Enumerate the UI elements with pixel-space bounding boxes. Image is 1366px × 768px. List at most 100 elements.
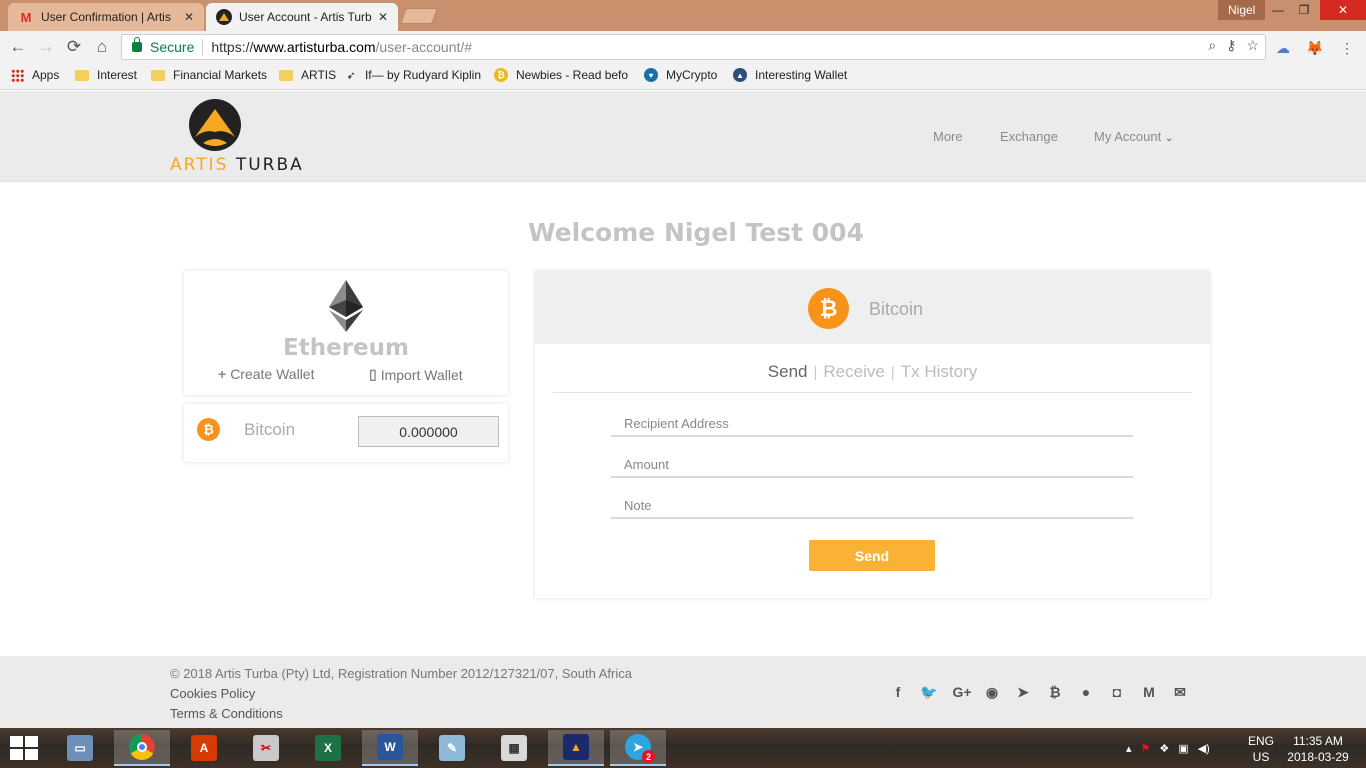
bookmark-if-kipling[interactable]: ➶ If— by Rudyard Kiplin (345, 68, 481, 82)
facebook-icon[interactable]: f (889, 683, 907, 701)
bookmark-artis[interactable]: ARTIS (279, 68, 336, 82)
dropbox-icon[interactable]: ❖ (1159, 742, 1169, 755)
taskbar-acrobat[interactable]: A (176, 730, 232, 766)
bookmark-interest[interactable]: Interest (75, 68, 137, 82)
instagram-icon[interactable]: ◘ (1108, 683, 1126, 701)
restore-button[interactable]: ❐ (1290, 0, 1318, 20)
ethereum-title: Ethereum (283, 335, 409, 361)
telegram-icon[interactable]: ➤ (1014, 683, 1032, 701)
key-icon[interactable]: ⚷ (1226, 37, 1236, 54)
metamask-fox-icon[interactable]: 🦊 (1306, 39, 1324, 57)
taskbar-notepad[interactable]: ✎ (424, 730, 480, 766)
copyright-text: © 2018 Artis Turba (Pty) Ltd, Registrati… (170, 666, 632, 681)
star-icon[interactable]: ☆ (1246, 37, 1259, 54)
taskbar-word[interactable]: W (362, 730, 418, 766)
medium-icon[interactable]: M (1140, 683, 1158, 701)
new-tab-button[interactable] (400, 8, 438, 24)
import-wallet-button[interactable]: ▯ Import Wallet (369, 366, 463, 383)
lock-icon (132, 37, 142, 52)
bitcoin-icon[interactable]: ₿ (1046, 683, 1064, 701)
tab-user-confirmation[interactable]: M User Confirmation | Artis ✕ (8, 3, 204, 31)
panel-header: ₿ Bitcoin (535, 271, 1210, 344)
tab-divider: | (890, 364, 895, 381)
artis-turba-logo-icon[interactable] (189, 99, 241, 151)
google-plus-icon[interactable]: G+ (950, 683, 974, 701)
reddit-icon[interactable]: ● (1077, 683, 1095, 701)
taskbar-calculator[interactable]: ▦ (486, 730, 542, 766)
mycrypto-icon: ♥ (644, 68, 658, 82)
amount-input[interactable]: Amount (611, 452, 1133, 478)
bookmark-label: MyCrypto (666, 68, 718, 82)
bitcoin-panel: ₿ Bitcoin Send | Receive | Tx History Recipi… (535, 271, 1210, 598)
taskbar-excel[interactable]: X (300, 730, 356, 766)
send-button[interactable]: Send (809, 540, 935, 571)
address-bar[interactable]: Secure https://www.artisturba.com/user-a… (121, 34, 1266, 60)
bookmark-mycrypto[interactable]: ♥ MyCrypto (644, 68, 717, 82)
logo-word-turba: TURBA (235, 155, 304, 175)
browser-toolbar: ← → ⟳ ⌂ Secure https://www.artisturba.co… (0, 31, 1366, 63)
back-arrow-icon[interactable]: ← (7, 36, 29, 58)
network-icon[interactable]: ▣ (1178, 742, 1188, 755)
profile-button[interactable]: Nigel (1218, 0, 1266, 20)
reload-icon[interactable]: ⟳ (63, 36, 85, 58)
note-input[interactable]: Note (611, 493, 1133, 519)
twitter-icon[interactable]: 🐦 (920, 683, 938, 701)
taskbar-artis-turba[interactable]: ▲ (548, 730, 604, 766)
clock-date: 2018-03-29 (1287, 750, 1349, 764)
folder-icon (75, 68, 89, 82)
url-scheme: https:// (211, 39, 254, 55)
home-icon[interactable]: ⌂ (91, 36, 113, 58)
language-indicator[interactable]: ENG US (1246, 733, 1276, 765)
create-wallet-label: Create Wallet (230, 366, 315, 382)
panel-coin-name: Bitcoin (869, 299, 924, 319)
tab-title: User Account - Artis Turb (239, 10, 372, 24)
url-text: https://www.artisturba.com/user-account/… (211, 39, 472, 55)
close-window-button[interactable]: ✕ (1320, 0, 1366, 20)
email-icon[interactable]: ✉ (1171, 683, 1189, 701)
windows-taskbar: ▭ A ✂ X W ✎ ▦ ▲ ➤ 2 ▴ ⚑ ❖ ▣ ◀) ENG US 11:… (0, 728, 1366, 768)
flag-icon[interactable]: ⚑ (1141, 742, 1151, 755)
create-wallet-button[interactable]: + Create Wallet (218, 366, 314, 382)
tab-send[interactable]: Send (768, 362, 808, 381)
bookmark-label: Interest (97, 68, 138, 82)
nav-my-account[interactable]: My Account ⌄ (1094, 129, 1173, 144)
recipient-address-input[interactable]: Recipient Address (611, 411, 1133, 437)
bitcoin-wallet-row[interactable]: ₿ Bitcoin 0.000000 (184, 404, 508, 462)
bookmark-interesting-wallet[interactable]: ▲ Interesting Wallet (733, 68, 847, 82)
minimize-button[interactable]: — (1264, 0, 1292, 20)
cookies-policy-link[interactable]: Cookies Policy (170, 686, 255, 701)
tab-user-account[interactable]: User Account - Artis Turb ✕ (206, 3, 398, 31)
plus-icon: + (218, 366, 227, 382)
ethereum-icon (329, 280, 363, 332)
browser-tab-bar: M User Confirmation | Artis ✕ User Accou… (0, 0, 1366, 31)
bookmark-label: If— by Rudyard Kiplin (364, 68, 481, 82)
volume-icon[interactable]: ◀) (1198, 742, 1210, 755)
terms-link[interactable]: Terms & Conditions (170, 706, 283, 721)
forward-arrow-icon[interactable]: → (35, 36, 57, 58)
github-icon[interactable]: ◉ (983, 683, 1001, 701)
zoom-icon[interactable]: ⌕ (1208, 37, 1216, 54)
menu-dots-icon[interactable]: ⋮ (1338, 39, 1356, 57)
close-tab-icon[interactable]: ✕ (184, 10, 194, 24)
file-icon: ▯ (369, 366, 377, 382)
nav-more[interactable]: More (933, 129, 963, 144)
bookmark-newbies[interactable]: ₿ Newbies - Read befo (494, 68, 630, 82)
taskbar-snipping-tool[interactable]: ✂ (238, 730, 294, 766)
nav-exchange[interactable]: Exchange (1000, 129, 1058, 144)
tab-tx-history[interactable]: Tx History (901, 362, 978, 381)
tray-expand-icon[interactable]: ▴ (1126, 742, 1132, 755)
folder-icon (279, 68, 293, 82)
lang-region: US (1252, 750, 1270, 764)
windows-start-icon[interactable] (10, 736, 38, 760)
system-clock[interactable]: 11:35 AM 2018-03-29 (1282, 733, 1354, 765)
taskbar-telegram[interactable]: ➤ 2 (610, 730, 666, 766)
taskbar-chrome[interactable] (114, 730, 170, 766)
bookmark-financial-markets[interactable]: Financial Markets (151, 68, 267, 82)
taskbar-computer[interactable]: ▭ (52, 730, 108, 766)
close-tab-icon[interactable]: ✕ (378, 10, 388, 24)
tab-receive[interactable]: Receive (823, 362, 884, 381)
divider (553, 392, 1192, 393)
logo-wordmark[interactable]: ARTIS TURBA (170, 155, 304, 175)
bookmark-apps[interactable]: Apps (10, 68, 59, 82)
cloud-extension-icon[interactable]: ☁ (1274, 39, 1292, 57)
